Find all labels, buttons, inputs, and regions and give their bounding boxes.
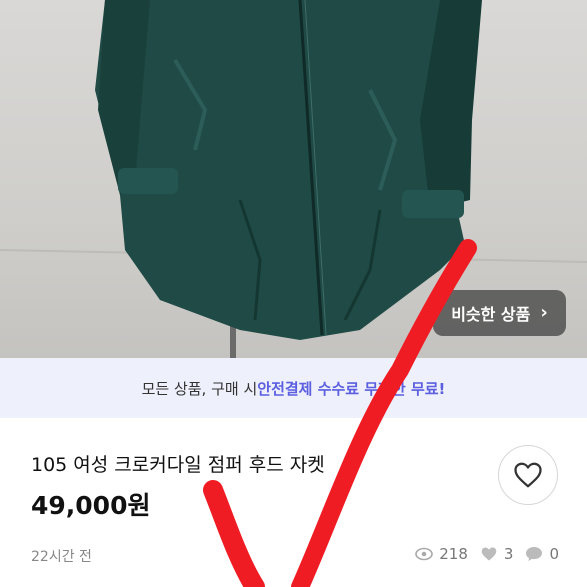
stats-bar: 218 3 0 bbox=[409, 545, 559, 563]
chevron-right-icon: › bbox=[540, 302, 548, 323]
chat-bubble-icon bbox=[526, 547, 543, 561]
eye-icon bbox=[415, 547, 434, 561]
similar-products-label: 비슷한 상품 bbox=[451, 305, 531, 324]
similar-products-button[interactable]: 비슷한 상품 › bbox=[433, 290, 566, 336]
promo-banner[interactable]: 모든 상품, 구매 시 안전결제 수수료 무제한 무료! bbox=[0, 358, 587, 418]
chats-stat: 0 bbox=[525, 545, 559, 563]
likes-count: 3 bbox=[503, 545, 514, 563]
favorite-button[interactable] bbox=[498, 445, 558, 505]
product-title: 105 여성 크로커다일 점퍼 후드 자켓 bbox=[31, 454, 325, 476]
chats-count: 0 bbox=[549, 545, 559, 563]
product-photo[interactable]: 비슷한 상품 › bbox=[0, 0, 587, 358]
product-price: 49,000원 bbox=[31, 491, 151, 520]
posted-time: 22시간 전 bbox=[31, 549, 92, 565]
promo-text: 모든 상품, 구매 시 bbox=[141, 379, 258, 398]
likes-stat: 3 bbox=[480, 545, 514, 563]
heart-outline-icon bbox=[514, 462, 542, 488]
views-stat: 218 bbox=[415, 545, 468, 563]
promo-highlight: 안전결제 수수료 무제한 무료! bbox=[257, 379, 446, 398]
views-count: 218 bbox=[439, 545, 468, 563]
heart-icon bbox=[481, 547, 497, 561]
